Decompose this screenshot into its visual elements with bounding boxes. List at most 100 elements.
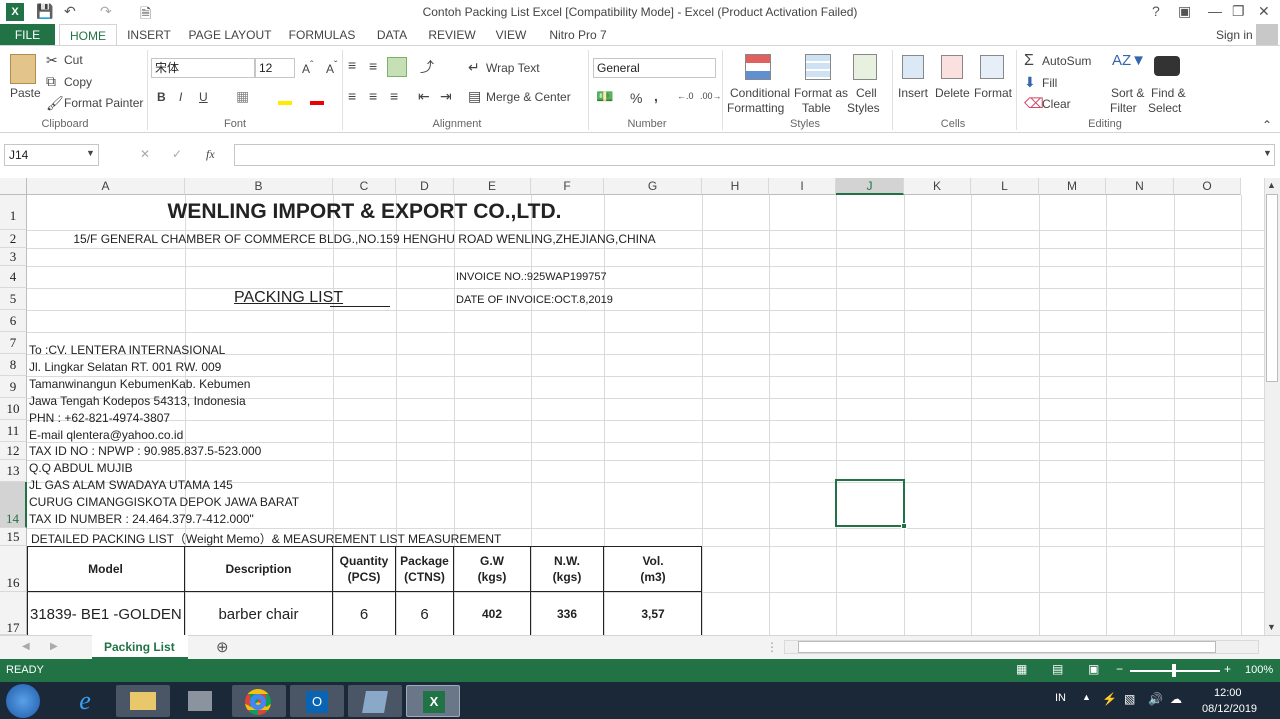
- row-header[interactable]: 11: [0, 420, 27, 442]
- app-icon[interactable]: [348, 685, 402, 717]
- italic-button[interactable]: I: [179, 90, 182, 104]
- input-language[interactable]: IN: [1055, 692, 1066, 704]
- show-hidden-icons[interactable]: ▲: [1082, 692, 1091, 702]
- row-header[interactable]: 4: [0, 266, 27, 288]
- clear-button[interactable]: Clear: [1042, 97, 1071, 111]
- column-header[interactable]: I: [769, 178, 836, 195]
- borders-icon[interactable]: ▦: [236, 88, 249, 105]
- tab-data[interactable]: DATA: [368, 24, 416, 46]
- tab-home[interactable]: HOME: [59, 24, 117, 46]
- orientation-icon[interactable]: ⤴: [420, 57, 434, 77]
- minimize-button[interactable]: —: [1208, 3, 1222, 19]
- file-explorer-icon[interactable]: [116, 685, 170, 717]
- accounting-icon[interactable]: 💵: [596, 88, 613, 105]
- restore-button[interactable]: ❐: [1232, 3, 1245, 20]
- percent-button[interactable]: %: [630, 90, 642, 106]
- sign-in-link[interactable]: Sign in: [1216, 28, 1253, 42]
- outlook-icon[interactable]: O: [290, 685, 344, 717]
- column-header[interactable]: B: [185, 178, 333, 195]
- scroll-up-icon[interactable]: ▲: [1267, 180, 1276, 190]
- align-right-icon[interactable]: ≡: [390, 88, 398, 104]
- underline-button[interactable]: U: [199, 90, 208, 104]
- align-middle-icon[interactable]: ≡: [369, 58, 377, 74]
- row-header[interactable]: 2: [0, 230, 27, 248]
- font-size-select[interactable]: 12: [255, 58, 295, 78]
- horizontal-scroll-thumb[interactable]: [798, 641, 1216, 653]
- column-header[interactable]: C: [333, 178, 396, 195]
- insert-function-button[interactable]: fx: [206, 147, 215, 162]
- page-layout-view-icon[interactable]: ▤: [1052, 662, 1063, 676]
- power-icon[interactable]: ⚡: [1102, 692, 1117, 706]
- next-sheet-icon[interactable]: ▶: [50, 641, 58, 652]
- column-header[interactable]: D: [396, 178, 454, 195]
- confirm-entry-icon[interactable]: ✓: [172, 147, 182, 161]
- column-header[interactable]: F: [531, 178, 604, 195]
- column-header[interactable]: K: [904, 178, 971, 195]
- increase-decimal-icon[interactable]: ←.0: [677, 91, 694, 101]
- fill-handle[interactable]: [901, 523, 907, 529]
- prev-sheet-icon[interactable]: ◀: [22, 641, 30, 652]
- normal-view-icon[interactable]: ▦: [1016, 662, 1027, 676]
- clock-date[interactable]: 08/12/2019: [1202, 703, 1257, 715]
- wrap-text-button[interactable]: Wrap Text: [486, 61, 540, 75]
- row-header[interactable]: 16: [0, 546, 27, 592]
- increase-font-icon[interactable]: Aˆ: [302, 60, 313, 76]
- row-header[interactable]: 10: [0, 398, 27, 420]
- insert-cells-button[interactable]: Insert: [898, 86, 928, 100]
- conditional-formatting-button[interactable]: Conditional: [730, 86, 790, 100]
- page-break-view-icon[interactable]: ▣: [1088, 662, 1099, 676]
- format-cells-button[interactable]: Format: [974, 86, 1012, 100]
- excel-taskbar-icon[interactable]: X: [406, 685, 460, 717]
- row-header[interactable]: 14: [0, 482, 27, 528]
- row-header[interactable]: 6: [0, 310, 27, 332]
- fill-color-icon[interactable]: [278, 101, 292, 105]
- column-header[interactable]: M: [1039, 178, 1106, 195]
- chrome-icon[interactable]: [232, 685, 286, 717]
- name-box[interactable]: J14: [4, 144, 99, 166]
- tab-file[interactable]: FILE: [0, 24, 55, 46]
- comma-button[interactable]: ,: [654, 88, 658, 104]
- close-button[interactable]: ✕: [1258, 3, 1270, 20]
- align-center-icon[interactable]: ≡: [369, 88, 377, 104]
- bold-button[interactable]: B: [157, 90, 166, 104]
- increase-indent-icon[interactable]: ⇥: [440, 88, 452, 105]
- merge-center-button[interactable]: Merge & Center: [486, 90, 571, 104]
- row-header[interactable]: 3: [0, 248, 27, 266]
- scroll-down-icon[interactable]: ▼: [1267, 622, 1276, 632]
- collapse-ribbon-icon[interactable]: ⌃: [1262, 118, 1272, 132]
- zoom-in-icon[interactable]: +: [1224, 662, 1231, 676]
- tab-page-layout[interactable]: PAGE LAYOUT: [186, 24, 274, 46]
- zoom-out-icon[interactable]: −: [1116, 662, 1123, 676]
- column-header[interactable]: L: [971, 178, 1039, 195]
- tab-split-handle[interactable]: ⋮: [766, 640, 778, 654]
- column-header[interactable]: E: [454, 178, 531, 195]
- add-sheet-icon[interactable]: ⊕: [216, 638, 229, 656]
- paste-button[interactable]: Paste: [10, 86, 41, 100]
- volume-icon[interactable]: 🔊: [1148, 692, 1163, 706]
- name-box-dropdown-icon[interactable]: ▼: [86, 148, 95, 158]
- signal-icon[interactable]: ▧: [1124, 692, 1135, 706]
- decrease-font-icon[interactable]: Aˇ: [326, 60, 337, 76]
- ribbon-display-icon[interactable]: ▣: [1178, 3, 1191, 20]
- formula-input[interactable]: [234, 144, 1275, 166]
- column-header[interactable]: G: [604, 178, 702, 195]
- row-header[interactable]: 8: [0, 354, 27, 376]
- paste-icon[interactable]: [10, 54, 36, 84]
- cancel-entry-icon[interactable]: ✕: [140, 147, 150, 161]
- user-avatar[interactable]: [1256, 24, 1278, 46]
- font-color-icon[interactable]: [310, 101, 324, 105]
- expand-formula-icon[interactable]: ▼: [1263, 148, 1272, 158]
- number-format-select[interactable]: General: [593, 58, 716, 78]
- tab-view[interactable]: VIEW: [490, 24, 532, 46]
- cut-button[interactable]: Cut: [64, 53, 83, 67]
- start-button-icon[interactable]: [6, 684, 40, 718]
- select-all-corner[interactable]: [0, 178, 27, 195]
- zoom-level[interactable]: 100%: [1245, 664, 1273, 676]
- row-header[interactable]: 7: [0, 332, 27, 354]
- vertical-scroll-thumb[interactable]: [1266, 194, 1278, 382]
- column-header[interactable]: H: [702, 178, 769, 195]
- decrease-decimal-icon[interactable]: .00→: [700, 91, 722, 101]
- row-header[interactable]: 1: [0, 195, 27, 230]
- cloud-icon[interactable]: ☁: [1170, 692, 1182, 706]
- row-header[interactable]: 5: [0, 288, 27, 310]
